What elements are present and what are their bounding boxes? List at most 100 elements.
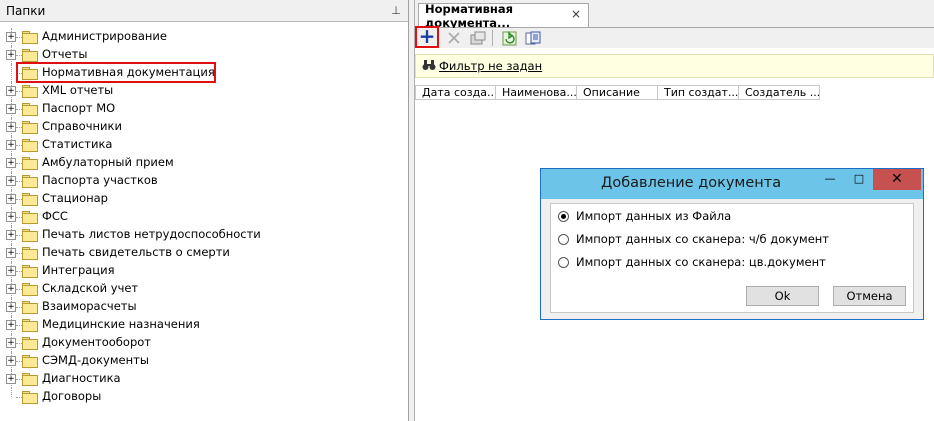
expand-icon[interactable]: + <box>6 50 16 60</box>
column-header[interactable]: Дата созда... <box>415 85 496 100</box>
folder-icon <box>22 301 38 314</box>
minimize-button[interactable]: — <box>817 169 843 190</box>
tree-item[interactable]: + Статистика <box>0 136 408 154</box>
tree-item[interactable]: + Стационар <box>0 190 408 208</box>
expand-icon[interactable]: + <box>6 140 16 150</box>
maximize-button[interactable]: □ <box>846 169 872 190</box>
tree-item-label: Печать листов нетрудоспособности <box>42 227 261 241</box>
tree-item-label: Паспорта участков <box>42 173 158 187</box>
tree-item[interactable]: + СЭМД-документы <box>0 352 408 370</box>
tab-close-icon[interactable]: × <box>571 7 581 21</box>
import-option[interactable]: Импорт данных со сканера: ч/б документ <box>558 231 829 247</box>
grid-header: Дата созда... Наименова... Описание Тип соз… <box>415 85 820 101</box>
ok-button[interactable]: Ok <box>746 286 819 306</box>
folders-panel: Папки ⊥ + Администрирование + Отчеты Нормати… <box>0 0 409 421</box>
tree-item-label: Договоры <box>42 389 102 403</box>
close-button[interactable]: ✕ <box>873 169 921 190</box>
tree-item[interactable]: + Взаиморасчеты <box>0 298 408 316</box>
tree-item-label: Амбулаторный прием <box>42 155 174 169</box>
expand-icon[interactable]: + <box>6 230 16 240</box>
folder-icon <box>22 355 38 368</box>
tree-item[interactable]: + Печать листов нетрудоспособности <box>0 226 408 244</box>
tree-item[interactable]: + Администрирование <box>0 28 408 46</box>
radio-label: Импорт данных со сканера: ч/б документ <box>576 232 829 246</box>
folder-icon <box>22 49 38 62</box>
tree-item-label: Отчеты <box>42 47 88 61</box>
import-option[interactable]: Импорт данных из Файла <box>558 208 731 224</box>
folder-icon <box>22 265 38 278</box>
tree-item[interactable]: + Диагностика <box>0 370 408 388</box>
expand-icon[interactable]: + <box>6 356 16 366</box>
expand-icon[interactable]: + <box>6 320 16 330</box>
expand-icon[interactable]: + <box>6 86 16 96</box>
radio-button[interactable] <box>558 233 569 245</box>
expand-icon[interactable]: + <box>6 32 16 42</box>
tree-item[interactable]: + Складской учет <box>0 280 408 298</box>
expand-icon[interactable]: + <box>6 212 16 222</box>
column-header[interactable]: Наименова... <box>496 85 577 100</box>
expand-icon[interactable]: + <box>6 338 16 348</box>
filter-link[interactable]: Фильтр не задан <box>439 59 542 73</box>
delete-icon[interactable] <box>443 29 465 47</box>
folder-icon <box>22 157 38 170</box>
tree-item[interactable]: + Документооборот <box>0 334 408 352</box>
expand-icon[interactable]: + <box>6 248 16 258</box>
binoculars-icon <box>422 59 436 74</box>
folder-icon <box>22 103 38 116</box>
expand-icon[interactable]: + <box>6 104 16 114</box>
tree-item[interactable]: + Медицинские назначения <box>0 316 408 334</box>
expand-icon[interactable]: + <box>6 122 16 132</box>
tree-item-label: Статистика <box>42 137 113 151</box>
tree-item[interactable]: + Амбулаторный прием <box>0 154 408 172</box>
expand-icon[interactable]: + <box>6 374 16 384</box>
tree-item-label: Печать свидетельств о смерти <box>42 245 230 259</box>
tree-item-label: Интеграция <box>42 263 115 277</box>
tree-item-label: XML отчеты <box>42 83 114 97</box>
tree-item[interactable]: + Интеграция <box>0 262 408 280</box>
tree-item[interactable]: + XML отчеты <box>0 82 408 100</box>
expand-icon[interactable]: + <box>6 266 16 276</box>
tree-item[interactable]: + ФСС <box>0 208 408 226</box>
export-icon[interactable] <box>522 29 544 47</box>
pin-icon[interactable]: ⊥ <box>390 4 402 17</box>
expand-icon[interactable]: + <box>6 158 16 168</box>
tree-item-label: Администрирование <box>42 29 167 43</box>
refresh-icon[interactable] <box>498 29 520 47</box>
folder-icon <box>22 373 38 386</box>
folders-header: Папки ⊥ <box>0 0 408 22</box>
tree-item[interactable]: + Справочники <box>0 118 408 136</box>
tree-item[interactable]: + Печать свидетельств о смерти <box>0 244 408 262</box>
expand-icon[interactable]: + <box>6 302 16 312</box>
toolbar-separator <box>492 30 493 46</box>
tree-item[interactable]: Договоры <box>0 388 408 406</box>
cancel-button[interactable]: Отмена <box>833 286 906 306</box>
tree-item[interactable]: + Паспорт МО <box>0 100 408 118</box>
properties-icon[interactable] <box>467 29 489 47</box>
folder-icon <box>22 193 38 206</box>
column-header[interactable]: Создатель ... <box>739 85 820 100</box>
toolbar: + <box>415 26 934 48</box>
add-button[interactable]: + <box>415 26 439 48</box>
expand-icon[interactable]: + <box>6 176 16 186</box>
expand-icon[interactable]: + <box>6 194 16 204</box>
tree-item[interactable]: + Паспорта участков <box>0 172 408 190</box>
folder-icon <box>22 175 38 188</box>
tab-normative-docs[interactable]: Нормативная документа... × <box>418 2 589 30</box>
expand-icon[interactable]: + <box>6 284 16 294</box>
folder-icon <box>22 121 38 134</box>
tree-item-label: Стационар <box>42 191 108 205</box>
radio-button[interactable] <box>558 210 569 222</box>
tree-item-label: Документооборот <box>42 335 151 349</box>
folder-icon <box>22 391 38 404</box>
tree-item-label: СЭМД-документы <box>42 353 149 367</box>
filter-bar: Фильтр не задан <box>415 54 934 78</box>
folder-icon <box>22 319 38 332</box>
dialog-titlebar[interactable]: Добавление документа — □ ✕ <box>541 169 923 199</box>
import-option[interactable]: Импорт данных со сканера: цв.документ <box>558 254 826 270</box>
tree-item-label: Паспорт МО <box>42 101 116 115</box>
radio-button[interactable] <box>558 256 569 268</box>
column-header[interactable]: Тип создат... <box>658 85 739 100</box>
column-header[interactable]: Описание <box>577 85 658 100</box>
folder-icon <box>22 337 38 350</box>
folders-title: Папки <box>6 3 46 18</box>
